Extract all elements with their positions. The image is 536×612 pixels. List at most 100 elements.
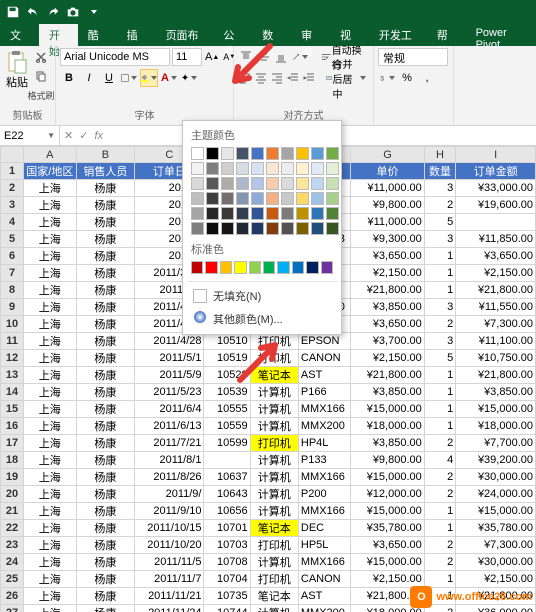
cell[interactable]: ¥21,800.00 (456, 367, 536, 384)
color-swatch[interactable] (311, 177, 324, 190)
cell[interactable]: 计算机 (250, 605, 298, 612)
color-swatch[interactable] (251, 162, 264, 175)
cell[interactable]: 杨康 (76, 435, 135, 452)
color-swatch[interactable] (236, 162, 249, 175)
cell[interactable]: 10510 (204, 333, 250, 350)
select-all-corner[interactable] (1, 147, 24, 163)
cell[interactable]: 上海 (24, 197, 76, 214)
row-header[interactable]: 5 (1, 231, 24, 248)
tab-layout[interactable]: 页面布局 (156, 24, 214, 46)
cell[interactable]: ¥9,800.00 (351, 452, 424, 469)
cell[interactable]: 10708 (204, 554, 250, 571)
cell[interactable]: 上海 (24, 299, 76, 316)
cell[interactable]: ¥30,000.00 (456, 554, 536, 571)
cell[interactable]: ¥15,000.00 (456, 503, 536, 520)
table-row[interactable]: 16上海杨康2011/6/1310559计算机MMX200¥18,000.001… (1, 418, 536, 435)
cell[interactable]: 计算机 (250, 452, 298, 469)
cut-button[interactable] (32, 48, 50, 66)
row-header[interactable]: 23 (1, 537, 24, 554)
cancel-icon[interactable]: ✕ (64, 129, 73, 142)
cell[interactable]: ¥35,780.00 (351, 520, 424, 537)
cell[interactable]: 杨康 (76, 350, 135, 367)
cell[interactable]: 上海 (24, 469, 76, 486)
row-header[interactable]: 14 (1, 384, 24, 401)
color-swatch[interactable] (251, 177, 264, 190)
row-header[interactable]: 1 (1, 163, 24, 180)
color-swatch[interactable] (221, 162, 234, 175)
fx-icon[interactable]: fx (94, 130, 103, 142)
border-button[interactable] (120, 69, 138, 87)
row-header[interactable]: 17 (1, 435, 24, 452)
cell[interactable]: 杨康 (76, 333, 135, 350)
color-swatch[interactable] (206, 207, 219, 220)
table-row[interactable]: 18上海杨康2011/8/1计算机P133¥9,800.004¥39,200.0… (1, 452, 536, 469)
cell[interactable]: HP5L (298, 537, 350, 554)
cell[interactable]: ¥3,650.00 (456, 248, 536, 265)
cell[interactable]: 杨康 (76, 214, 135, 231)
name-box[interactable]: E22▼ (0, 126, 60, 145)
color-swatch[interactable] (266, 222, 279, 235)
more-colors-menuitem[interactable]: 其他颜色(M)... (187, 307, 337, 330)
cell[interactable]: ¥21,800.00 (456, 282, 536, 299)
cell[interactable]: 计算机 (250, 554, 298, 571)
align-top-icon[interactable] (238, 48, 254, 66)
color-swatch[interactable] (281, 207, 294, 220)
format-painter-button[interactable]: 格式刷 (32, 86, 50, 104)
cell[interactable]: 2011/8/26 (135, 469, 204, 486)
cell[interactable]: 2011/11/21 (135, 588, 204, 605)
color-swatch[interactable] (281, 192, 294, 205)
color-swatch[interactable] (249, 261, 261, 274)
percent-format-icon[interactable]: % (398, 69, 416, 87)
table-row[interactable]: 15上海杨康2011/6/410555计算机MMX166¥15,000.001¥… (1, 401, 536, 418)
table-row[interactable]: 25上海杨康2011/11/710704打印机CANON¥2,150.001¥2… (1, 571, 536, 588)
color-swatch[interactable] (296, 207, 309, 220)
cell[interactable]: 10539 (204, 384, 250, 401)
decrease-indent-icon[interactable] (286, 69, 300, 87)
cell[interactable]: 杨康 (76, 197, 135, 214)
cell[interactable]: 10656 (204, 503, 250, 520)
color-swatch[interactable] (236, 177, 249, 190)
camera-icon[interactable] (66, 5, 80, 19)
cell[interactable]: 2 (424, 435, 455, 452)
cell[interactable]: AST (298, 367, 350, 384)
cell[interactable]: 上海 (24, 554, 76, 571)
cell[interactable]: 2011/5/1 (135, 350, 204, 367)
tab-help[interactable]: 帮助 (427, 24, 466, 46)
cell[interactable]: 上海 (24, 350, 76, 367)
cell[interactable]: 10519 (204, 350, 250, 367)
cell[interactable]: P166 (298, 384, 350, 401)
table-row[interactable]: 21上海杨康2011/9/1010656计算机MMX166¥15,000.001… (1, 503, 536, 520)
cell[interactable]: ¥15,000.00 (351, 469, 424, 486)
color-swatch[interactable] (281, 222, 294, 235)
cell[interactable]: 杨康 (76, 248, 135, 265)
cell[interactable]: 10528 (204, 367, 250, 384)
cell[interactable]: 10643 (204, 486, 250, 503)
cell[interactable]: 1 (424, 248, 455, 265)
table-row[interactable]: 22上海杨康2011/10/1510701笔记本DEC¥35,780.001¥3… (1, 520, 536, 537)
cell[interactable]: 4 (424, 452, 455, 469)
cell[interactable]: 10599 (204, 435, 250, 452)
row-header[interactable]: 9 (1, 299, 24, 316)
qat-dropdown-icon[interactable] (86, 5, 100, 19)
cell[interactable]: CANON (298, 350, 350, 367)
cell[interactable]: 上海 (24, 214, 76, 231)
cell[interactable]: P200 (298, 486, 350, 503)
color-swatch[interactable] (191, 192, 204, 205)
cell[interactable]: MMX200 (298, 605, 350, 612)
cell[interactable]: ¥2,150.00 (351, 265, 424, 282)
row-header[interactable]: 12 (1, 350, 24, 367)
table-row[interactable]: 11上海杨康2011/4/2810510打印机EPSON¥3,700.003¥1… (1, 333, 536, 350)
cell[interactable]: 10704 (204, 571, 250, 588)
cell[interactable]: CANON (298, 571, 350, 588)
cell[interactable]: ¥3,850.00 (456, 384, 536, 401)
color-swatch[interactable] (191, 162, 204, 175)
color-swatch[interactable] (281, 147, 294, 160)
color-swatch[interactable] (281, 177, 294, 190)
align-left-icon[interactable] (238, 69, 252, 87)
cell[interactable]: 杨康 (76, 588, 135, 605)
color-swatch[interactable] (296, 147, 309, 160)
cell[interactable] (456, 214, 536, 231)
cell[interactable]: 1 (424, 265, 455, 282)
align-center-icon[interactable] (254, 69, 268, 87)
cell[interactable]: ¥9,300.00 (351, 231, 424, 248)
